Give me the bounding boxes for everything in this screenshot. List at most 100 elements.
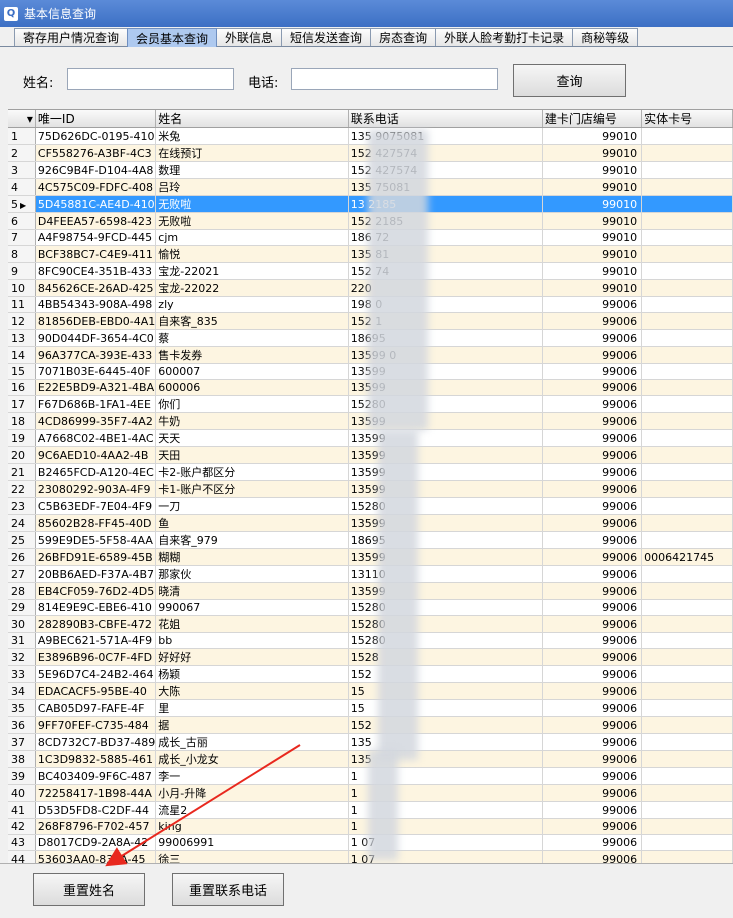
cell-name[interactable]: 600007 (155, 363, 349, 380)
cell-name[interactable]: 米兔 (155, 127, 349, 145)
cell-name[interactable]: 鱼 (155, 514, 349, 532)
cell-id[interactable]: 814E9E9C-EBE6-410 (35, 599, 157, 616)
cell-name[interactable]: cjm (155, 229, 349, 246)
cell-id[interactable]: D53D5FD8-C2DF-44 (35, 801, 157, 819)
cell-name[interactable]: 990067 (155, 599, 349, 616)
cell-store[interactable]: 99006 (542, 497, 643, 515)
cell-id[interactable]: 72258417-1B98-44A (35, 784, 157, 802)
row-number[interactable]: 5 ▶ (8, 195, 36, 213)
table-row[interactable]: 28 EB4CF059-76D2-4D5 晓清 13599 99006 (8, 582, 733, 600)
cell-store[interactable]: 99006 (542, 699, 643, 717)
table-row[interactable]: 21 B2465FCD-A120-4EC 卡2-账户都区分 13599 99006 (8, 463, 733, 481)
cell-id[interactable]: 53603AA0-837A-45 (35, 850, 157, 863)
cell-card[interactable] (641, 582, 733, 600)
row-number[interactable]: 7 (8, 229, 36, 246)
cell-store[interactable]: 99006 (542, 767, 643, 785)
table-row[interactable]: 37 8CD732C7-BD37-489 成长_古丽 135 99006 (8, 733, 733, 751)
cell-id[interactable]: CF558276-A3BF-4C3 (35, 144, 157, 162)
cell-id[interactable]: 5D45881C-AE4D-410 (35, 195, 157, 213)
cell-store[interactable]: 99006 (542, 514, 643, 532)
cell-name[interactable]: 吕玲 (155, 178, 349, 196)
cell-id[interactable]: 9FF70FEF-C735-484 (35, 716, 157, 734)
cell-id[interactable]: 268F8796-F702-457 (35, 818, 157, 835)
cell-card[interactable] (641, 599, 733, 616)
table-row[interactable]: 25 599E9DE5-5F58-4AA 自来客_979 18695 99006 (8, 531, 733, 549)
row-indicator-header[interactable]: ▾ (8, 110, 36, 128)
cell-store[interactable]: 99006 (542, 446, 643, 464)
tab-6[interactable]: 商秘等级 (572, 28, 639, 46)
row-number[interactable]: 31 (8, 632, 36, 649)
cell-id[interactable]: 9C6AED10-4AA2-4B (35, 446, 157, 464)
cell-id[interactable]: BC403409-9F6C-487 (35, 767, 157, 785)
row-number[interactable]: 41 (8, 801, 36, 819)
cell-store[interactable]: 99006 (542, 665, 643, 683)
cell-card[interactable] (641, 648, 733, 666)
cell-id[interactable]: 5E96D7C4-24B2-464 (35, 665, 157, 683)
row-number[interactable]: 28 (8, 582, 36, 600)
tab-0[interactable]: 寄存用户情况查询 (14, 28, 129, 46)
cell-id[interactable]: EB4CF059-76D2-4D5 (35, 582, 157, 600)
cell-name[interactable]: 宝龙-22021 (155, 262, 349, 280)
cell-name[interactable]: 好好好 (155, 648, 349, 666)
table-row[interactable]: 20 9C6AED10-4AA2-4B 天田 13599 99006 (8, 446, 733, 464)
row-number[interactable]: 22 (8, 480, 36, 498)
cell-card[interactable] (641, 144, 733, 162)
member-table[interactable]: ▾ 唯一ID 姓名 联系电话 建卡门店编号 实体卡号 1 75D626DC-019… (8, 109, 733, 863)
cell-name[interactable]: 99006991 (155, 834, 349, 851)
cell-store[interactable]: 99006 (542, 733, 643, 751)
cell-store[interactable]: 99006 (542, 716, 643, 734)
tab-5[interactable]: 外联人脸考勤打卡记录 (435, 28, 574, 46)
cell-card[interactable] (641, 615, 733, 633)
cell-store[interactable]: 99006 (542, 395, 643, 413)
cell-store[interactable]: 99010 (542, 279, 643, 297)
cell-name[interactable]: 据 (155, 716, 349, 734)
row-number[interactable]: 37 (8, 733, 36, 751)
cell-card[interactable] (641, 665, 733, 683)
cell-card[interactable] (641, 245, 733, 263)
cell-card[interactable] (641, 296, 733, 313)
cell-id[interactable]: 81856DEB-EBD0-4A1 (35, 312, 157, 330)
column-header-name[interactable]: 姓名 (155, 110, 349, 128)
table-row[interactable]: 29 814E9E9C-EBE6-410 990067 15280 99006 (8, 599, 733, 616)
cell-card[interactable] (641, 178, 733, 196)
cell-id[interactable]: A4F98754-9FCD-445 (35, 229, 157, 246)
row-number[interactable]: 36 (8, 716, 36, 734)
table-row[interactable]: 33 5E96D7C4-24B2-464 杨颖 152 99006 (8, 665, 733, 683)
cell-name[interactable]: 自来客_835 (155, 312, 349, 330)
row-number[interactable]: 12 (8, 312, 36, 330)
row-number[interactable]: 13 (8, 329, 36, 347)
cell-card[interactable] (641, 446, 733, 464)
cell-store[interactable]: 99006 (542, 582, 643, 600)
cell-name[interactable]: 徐三 (155, 850, 349, 863)
cell-card[interactable] (641, 312, 733, 330)
tab-3[interactable]: 短信发送查询 (281, 28, 372, 46)
cell-store[interactable]: 99006 (542, 834, 643, 851)
table-row[interactable]: 27 20BB6AED-F37A-4B7 那家伙 13110 99006 (8, 565, 733, 583)
cell-name[interactable]: 里 (155, 699, 349, 717)
row-number[interactable]: 9 (8, 262, 36, 280)
cell-id[interactable]: CAB05D97-FAFE-4F (35, 699, 157, 717)
cell-store[interactable]: 99006 (542, 312, 643, 330)
column-header-store[interactable]: 建卡门店编号 (542, 110, 643, 128)
cell-name[interactable]: 杨颖 (155, 665, 349, 683)
cell-name[interactable]: 天天 (155, 429, 349, 447)
cell-name[interactable]: 糊糊 (155, 548, 349, 566)
cell-name[interactable]: 成长_古丽 (155, 733, 349, 751)
cell-store[interactable]: 99006 (542, 615, 643, 633)
cell-card[interactable] (641, 531, 733, 549)
cell-store[interactable]: 99010 (542, 195, 643, 213)
table-row[interactable]: 31 A9BEC621-571A-4F9 bb 15280 99006 (8, 632, 733, 649)
row-number[interactable]: 43 (8, 834, 36, 851)
row-number[interactable]: 26 (8, 548, 36, 566)
row-number[interactable]: 1 (8, 127, 36, 145)
cell-name[interactable]: 牛奶 (155, 412, 349, 430)
cell-name[interactable]: zly (155, 296, 349, 313)
cell-store[interactable]: 99006 (542, 599, 643, 616)
cell-name[interactable]: 大陈 (155, 682, 349, 700)
cell-store[interactable]: 99006 (542, 548, 643, 566)
row-number[interactable]: 18 (8, 412, 36, 430)
cell-id[interactable]: 4BB54343-908A-498 (35, 296, 157, 313)
column-header-card[interactable]: 实体卡号 (641, 110, 733, 128)
row-number[interactable]: 27 (8, 565, 36, 583)
cell-store[interactable]: 99006 (542, 429, 643, 447)
